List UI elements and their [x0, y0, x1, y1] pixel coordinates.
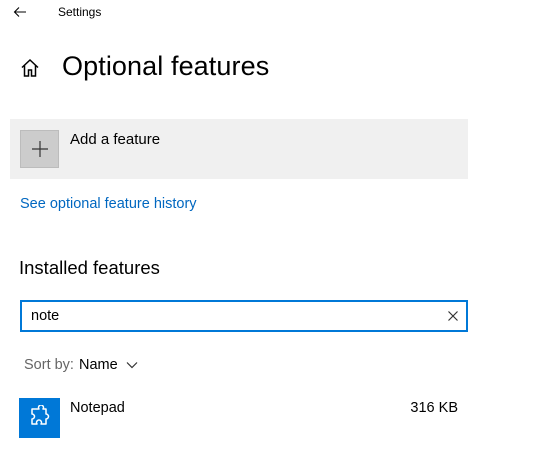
home-button[interactable]	[19, 57, 41, 79]
clear-search-button[interactable]	[446, 309, 460, 323]
settings-page: Settings Optional features Add a feature…	[0, 0, 555, 461]
chevron-down-icon	[126, 362, 138, 369]
search-input[interactable]	[31, 306, 431, 326]
add-feature-button[interactable]: Add a feature	[10, 119, 468, 179]
app-title: Settings	[58, 5, 102, 19]
back-arrow-icon	[13, 7, 26, 17]
plus-icon	[31, 141, 48, 157]
feature-history-link[interactable]: See optional feature history	[20, 196, 197, 212]
close-icon	[448, 311, 458, 321]
page-title: Optional features	[62, 51, 270, 81]
plus-icon-tile	[20, 130, 59, 168]
list-item[interactable]: Notepad 316 KB	[19, 398, 468, 440]
installed-features-heading: Installed features	[19, 257, 160, 278]
sort-dropdown[interactable]: Sort by: Name	[24, 355, 138, 375]
puzzle-piece-icon	[30, 405, 49, 425]
home-icon	[21, 58, 39, 77]
feature-name: Notepad	[70, 400, 125, 416]
installed-features-search	[20, 300, 468, 332]
add-feature-label: Add a feature	[70, 131, 161, 148]
sort-value: Name	[78, 357, 118, 373]
title-bar: Settings	[0, 0, 555, 26]
sort-label: Sort by:	[24, 357, 74, 373]
feature-icon-tile	[19, 398, 60, 438]
feature-size: 316 KB	[410, 400, 458, 416]
back-button[interactable]	[10, 3, 30, 21]
